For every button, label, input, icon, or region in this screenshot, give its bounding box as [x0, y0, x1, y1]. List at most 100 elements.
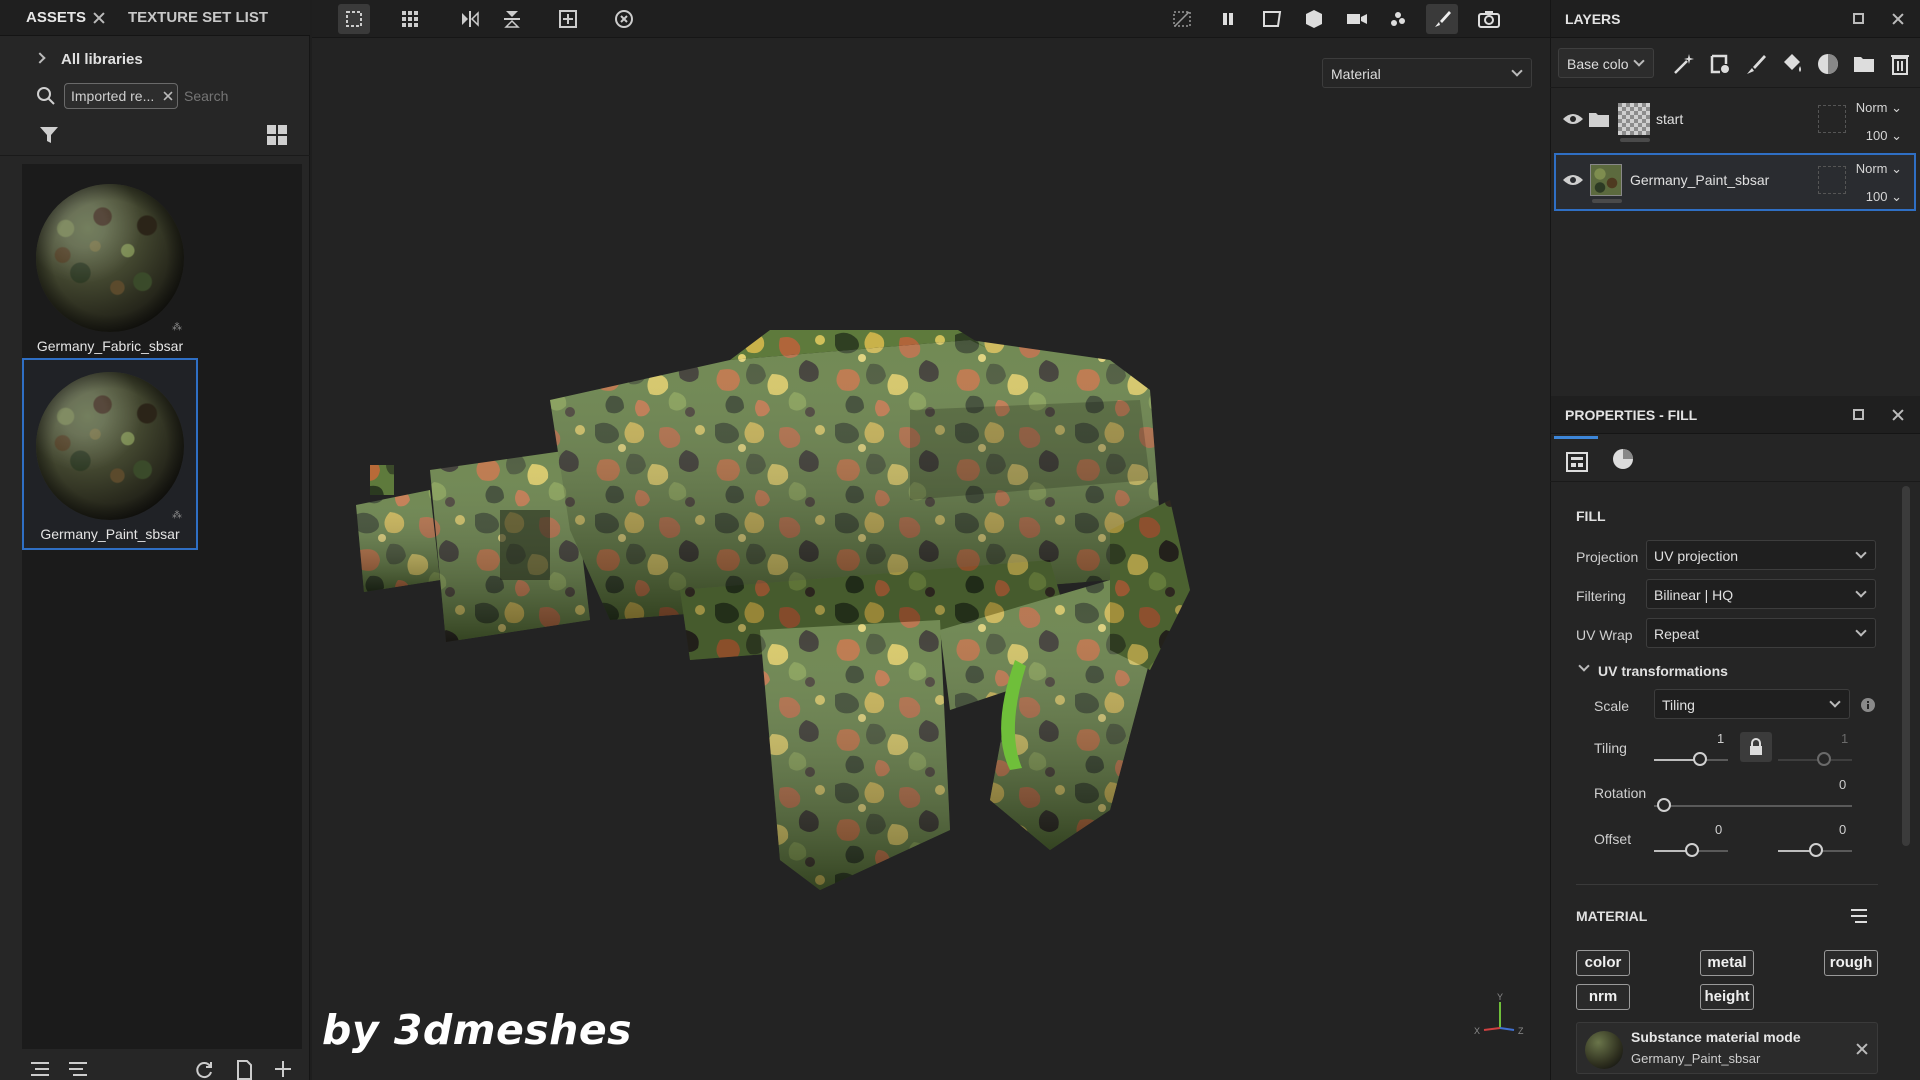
channel-nrm-button[interactable]: nrm: [1576, 984, 1630, 1010]
blend-mode-value: Norm: [1855, 100, 1888, 115]
select-tool-icon[interactable]: [338, 4, 370, 34]
camera-video-icon[interactable]: [1340, 4, 1372, 34]
view-3d-icon[interactable]: [1298, 4, 1330, 34]
channel-color-button[interactable]: color: [1576, 950, 1630, 976]
pause-icon[interactable]: [1212, 4, 1244, 34]
add-folder-icon[interactable]: [1852, 52, 1876, 76]
3d-model-rifle[interactable]: [350, 330, 1390, 910]
channel-dropdown[interactable]: Base colo: [1558, 48, 1654, 78]
delete-icon[interactable]: [1888, 52, 1912, 76]
paint-layer-icon[interactable]: [1744, 52, 1768, 76]
lock-icon: [1750, 738, 1762, 755]
blend-mode[interactable]: Norm ⌄: [1856, 100, 1902, 116]
uv-wrap-value: Repeat: [1654, 626, 1700, 642]
layer-row-start[interactable]: start Norm ⌄ 100 ⌄: [1554, 92, 1916, 150]
info-icon[interactable]: [1860, 697, 1876, 713]
fill-section-title: FILL: [1576, 508, 1606, 524]
frame-icon[interactable]: [552, 4, 584, 34]
tab-assets[interactable]: ASSETS: [26, 0, 86, 36]
scale-dropdown[interactable]: Tiling: [1654, 689, 1850, 719]
screenshot-camera-icon[interactable]: [1472, 4, 1504, 34]
mask-slot[interactable]: [1818, 166, 1846, 194]
tiling-slider-u-knob[interactable]: [1693, 752, 1707, 766]
fill-properties-icon: [1566, 452, 1588, 472]
asset-grid: ⁂ Germany_Fabric_sbsar ⁂ Germany_Paint_s…: [22, 164, 302, 1049]
add-icon[interactable]: [274, 1060, 292, 1078]
layer-row-germany-paint[interactable]: Germany_Paint_sbsar Norm ⌄ 100 ⌄: [1554, 153, 1916, 211]
viewport-channel-value: Material: [1331, 66, 1381, 82]
projection-dropdown[interactable]: UV projection: [1646, 540, 1876, 570]
eye-icon[interactable]: [1562, 112, 1584, 126]
maximize-icon[interactable]: [1853, 409, 1864, 420]
search-input[interactable]: [184, 84, 294, 108]
eye-icon[interactable]: [1562, 173, 1584, 187]
viewport-channel-select[interactable]: Material: [1322, 58, 1532, 88]
layer-thumbnail: [1590, 164, 1622, 196]
thumbnail-bar: [1620, 138, 1650, 142]
layer-opacity[interactable]: 100 ⌄: [1866, 128, 1902, 144]
close-icon[interactable]: [92, 11, 106, 25]
add-mask-icon[interactable]: [1708, 52, 1732, 76]
substance-material-mode[interactable]: Substance material mode Germany_Paint_sb…: [1576, 1022, 1878, 1074]
tiling-slider-v-knob[interactable]: [1817, 752, 1831, 766]
remove-material-icon[interactable]: [1855, 1042, 1869, 1056]
asset-item-selected[interactable]: ⁂ Germany_Paint_sbsar: [22, 358, 198, 550]
history-icon[interactable]: [608, 4, 640, 34]
asset-item[interactable]: ⁂ Germany_Fabric_sbsar: [24, 172, 196, 360]
filter-chip[interactable]: Imported re...: [64, 83, 178, 109]
library-selector[interactable]: All libraries: [0, 44, 310, 74]
chevron-right-icon: [34, 52, 46, 64]
thumbnail-bar: [1592, 199, 1622, 203]
chevron-down-icon: [1633, 55, 1645, 67]
view-2d-icon[interactable]: [1256, 4, 1288, 34]
chip-close-icon[interactable]: [162, 90, 173, 101]
grid-tool-icon[interactable]: [394, 4, 426, 34]
layer-opacity[interactable]: 100 ⌄: [1866, 189, 1902, 205]
folder-icon: [1589, 113, 1609, 127]
offset-slider-u-knob[interactable]: [1685, 843, 1699, 857]
offset-slider-v-knob[interactable]: [1809, 843, 1823, 857]
smart-material-icon[interactable]: [1816, 52, 1840, 76]
expand-icon[interactable]: [68, 1060, 90, 1078]
hide-icon[interactable]: [1166, 4, 1198, 34]
channel-rough-button[interactable]: rough: [1824, 950, 1878, 976]
chevron-down-icon: [1511, 65, 1523, 77]
magic-wand-icon[interactable]: [1672, 52, 1696, 76]
lock-button[interactable]: [1740, 732, 1772, 762]
search-icon[interactable]: [36, 86, 56, 106]
paint-brush-icon[interactable]: [1426, 4, 1458, 34]
fill-layer-icon[interactable]: [1780, 52, 1804, 76]
rotation-slider-knob[interactable]: [1657, 798, 1671, 812]
asset-name: Germany_Paint_sbsar: [40, 526, 180, 542]
mask-slot[interactable]: [1818, 105, 1846, 133]
close-icon[interactable]: [1891, 12, 1905, 26]
mirror-x-icon[interactable]: [454, 4, 486, 34]
uv-transformations-title[interactable]: UV transformations: [1598, 663, 1728, 679]
maximize-icon[interactable]: [1853, 13, 1864, 24]
properties-scrollbar[interactable]: [1902, 486, 1910, 846]
tab-fill-properties[interactable]: [1554, 436, 1598, 482]
blend-mode[interactable]: Norm ⌄: [1856, 161, 1902, 177]
uv-wrap-dropdown[interactable]: Repeat: [1646, 618, 1876, 648]
layers-toolbar: Base colo: [1550, 40, 1920, 88]
asset-name: Germany_Fabric_sbsar: [36, 338, 184, 354]
filtering-dropdown[interactable]: Bilinear | HQ: [1646, 579, 1876, 609]
grid-view-icon[interactable]: [266, 124, 288, 146]
channel-metal-button[interactable]: metal: [1700, 950, 1754, 976]
refresh-icon[interactable]: [194, 1060, 214, 1080]
material-menu-icon[interactable]: [1850, 907, 1870, 925]
scale-value: Tiling: [1662, 697, 1695, 713]
tab-texture-set-list[interactable]: TEXTURE SET LIST: [128, 0, 268, 36]
close-icon[interactable]: [1891, 408, 1905, 422]
tab-material-properties[interactable]: [1600, 436, 1644, 482]
rotation-slider-track[interactable]: [1654, 805, 1852, 807]
channel-height-button[interactable]: height: [1700, 984, 1754, 1010]
tiling-slider-v-track[interactable]: [1778, 759, 1852, 761]
scale-label: Scale: [1594, 698, 1630, 714]
collapse-icon[interactable]: [30, 1060, 52, 1078]
new-page-icon[interactable]: [234, 1060, 254, 1080]
lighting-icon[interactable]: [1382, 4, 1414, 34]
uv-wrap-label: UV Wrap: [1576, 627, 1633, 643]
filter-icon[interactable]: [38, 124, 60, 146]
mirror-y-icon[interactable]: [496, 4, 528, 34]
